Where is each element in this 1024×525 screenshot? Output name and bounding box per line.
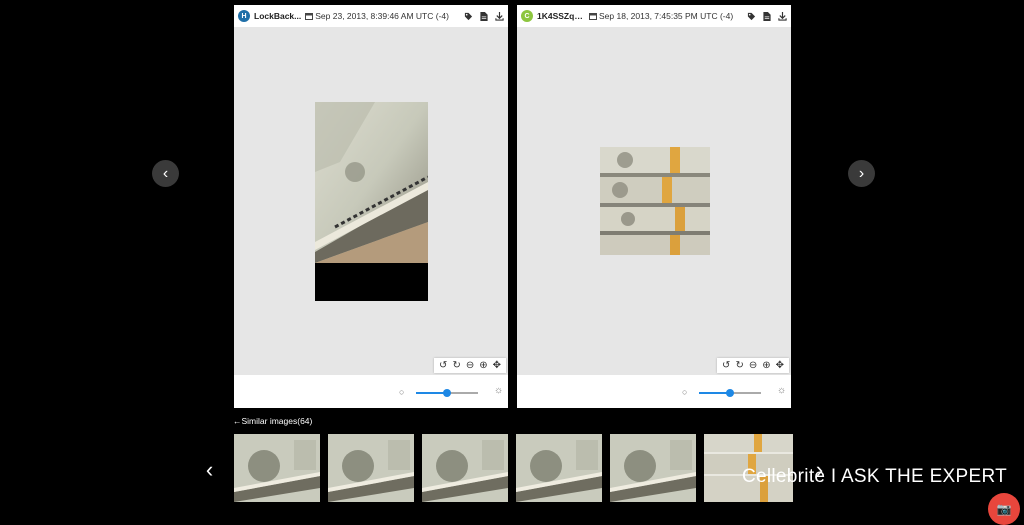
- similar-image-thumbnail[interactable]: [422, 434, 508, 502]
- file-name[interactable]: LockBack...: [254, 11, 301, 21]
- camera-icon: 📷: [996, 502, 1012, 516]
- zoom-in-icon[interactable]: ⊕: [479, 360, 487, 371]
- timestamp-text: Sep 18, 2013, 7:45:35 PM UTC (-4): [599, 11, 734, 21]
- evidence-image: [600, 147, 710, 255]
- rotate-right-icon[interactable]: ↻: [735, 360, 743, 371]
- download-icon[interactable]: [495, 11, 504, 21]
- similar-image-thumbnail[interactable]: [234, 434, 320, 502]
- chevron-right-icon: ›: [858, 164, 865, 182]
- slider-handle[interactable]: [443, 389, 451, 397]
- similar-image-thumbnail[interactable]: [610, 434, 696, 502]
- timestamp: Sep 23, 2013, 8:39:46 AM UTC (-4): [305, 11, 449, 21]
- image-toolbar: ↺ ↻ ⊖ ⊕ ✥: [717, 358, 789, 373]
- timestamp-text: Sep 23, 2013, 8:39:46 AM UTC (-4): [315, 11, 449, 21]
- brightness-low-icon: ○: [399, 387, 405, 397]
- back-arrow-icon: ←: [233, 416, 242, 426]
- evidence-image: [315, 102, 429, 301]
- source-badge: H: [238, 10, 250, 22]
- slider-track[interactable]: [699, 389, 761, 397]
- previous-pair-button[interactable]: ‹: [152, 160, 179, 187]
- chevron-left-icon: ‹: [162, 164, 169, 182]
- source-badge: C: [521, 10, 533, 22]
- similar-images-label: Similar images(64): [241, 416, 313, 426]
- calendar-icon: [305, 13, 314, 20]
- zoom-in-icon[interactable]: ⊕: [762, 360, 770, 371]
- panel-header: C 1K4SSZqo... Sep 18, 2013, 7:45:35 PM U…: [517, 5, 791, 27]
- brightness-slider[interactable]: ○ ☼: [234, 384, 508, 400]
- brightness-slider[interactable]: ○ ☼: [517, 384, 791, 400]
- slider-track[interactable]: [416, 389, 478, 397]
- file-name[interactable]: 1K4SSZqo...: [537, 11, 585, 21]
- document-icon[interactable]: [480, 11, 488, 21]
- tag-icon[interactable]: [747, 12, 756, 21]
- thumbnails-prev-button[interactable]: ‹: [196, 456, 223, 483]
- panel-header: H LockBack... Sep 23, 2013, 8:39:46 AM U…: [234, 5, 508, 27]
- zoom-out-icon[interactable]: ⊖: [749, 360, 757, 371]
- cellebrite-watermark: Cellebrite I ASK THE EXPERT: [742, 466, 1008, 487]
- image-toolbar: ↺ ↻ ⊖ ⊕ ✥: [434, 358, 506, 373]
- rotate-right-icon[interactable]: ↻: [452, 360, 460, 371]
- image-panel-right: C 1K4SSZqo... Sep 18, 2013, 7:45:35 PM U…: [517, 5, 791, 408]
- image-viewer[interactable]: ↺ ↻ ⊖ ⊕ ✥: [234, 27, 508, 375]
- rotate-left-icon[interactable]: ↺: [722, 360, 730, 371]
- timestamp: Sep 18, 2013, 7:45:35 PM UTC (-4): [589, 11, 733, 21]
- screenshot-button[interactable]: 📷: [988, 493, 1020, 525]
- fit-to-screen-icon[interactable]: ✥: [493, 360, 501, 371]
- brightness-high-icon: ☼: [494, 385, 504, 396]
- calendar-icon: [589, 13, 597, 20]
- brightness-high-icon: ☼: [777, 385, 787, 396]
- chevron-left-icon: ‹: [205, 456, 214, 482]
- similar-images-link[interactable]: ←Similar images(64): [233, 416, 312, 426]
- tag-icon[interactable]: [464, 12, 473, 21]
- similar-image-thumbnail[interactable]: [516, 434, 602, 502]
- brightness-low-icon: ○: [682, 387, 688, 397]
- download-icon[interactable]: [778, 11, 787, 21]
- similar-image-thumbnail[interactable]: [328, 434, 414, 502]
- document-icon[interactable]: [763, 11, 771, 21]
- image-panel-left: H LockBack... Sep 23, 2013, 8:39:46 AM U…: [234, 5, 508, 408]
- slider-handle[interactable]: [726, 389, 734, 397]
- fit-to-screen-icon[interactable]: ✥: [776, 360, 784, 371]
- next-pair-button[interactable]: ›: [848, 160, 875, 187]
- rotate-left-icon[interactable]: ↺: [439, 360, 447, 371]
- zoom-out-icon[interactable]: ⊖: [466, 360, 474, 371]
- image-viewer[interactable]: ↺ ↻ ⊖ ⊕ ✥: [517, 27, 791, 375]
